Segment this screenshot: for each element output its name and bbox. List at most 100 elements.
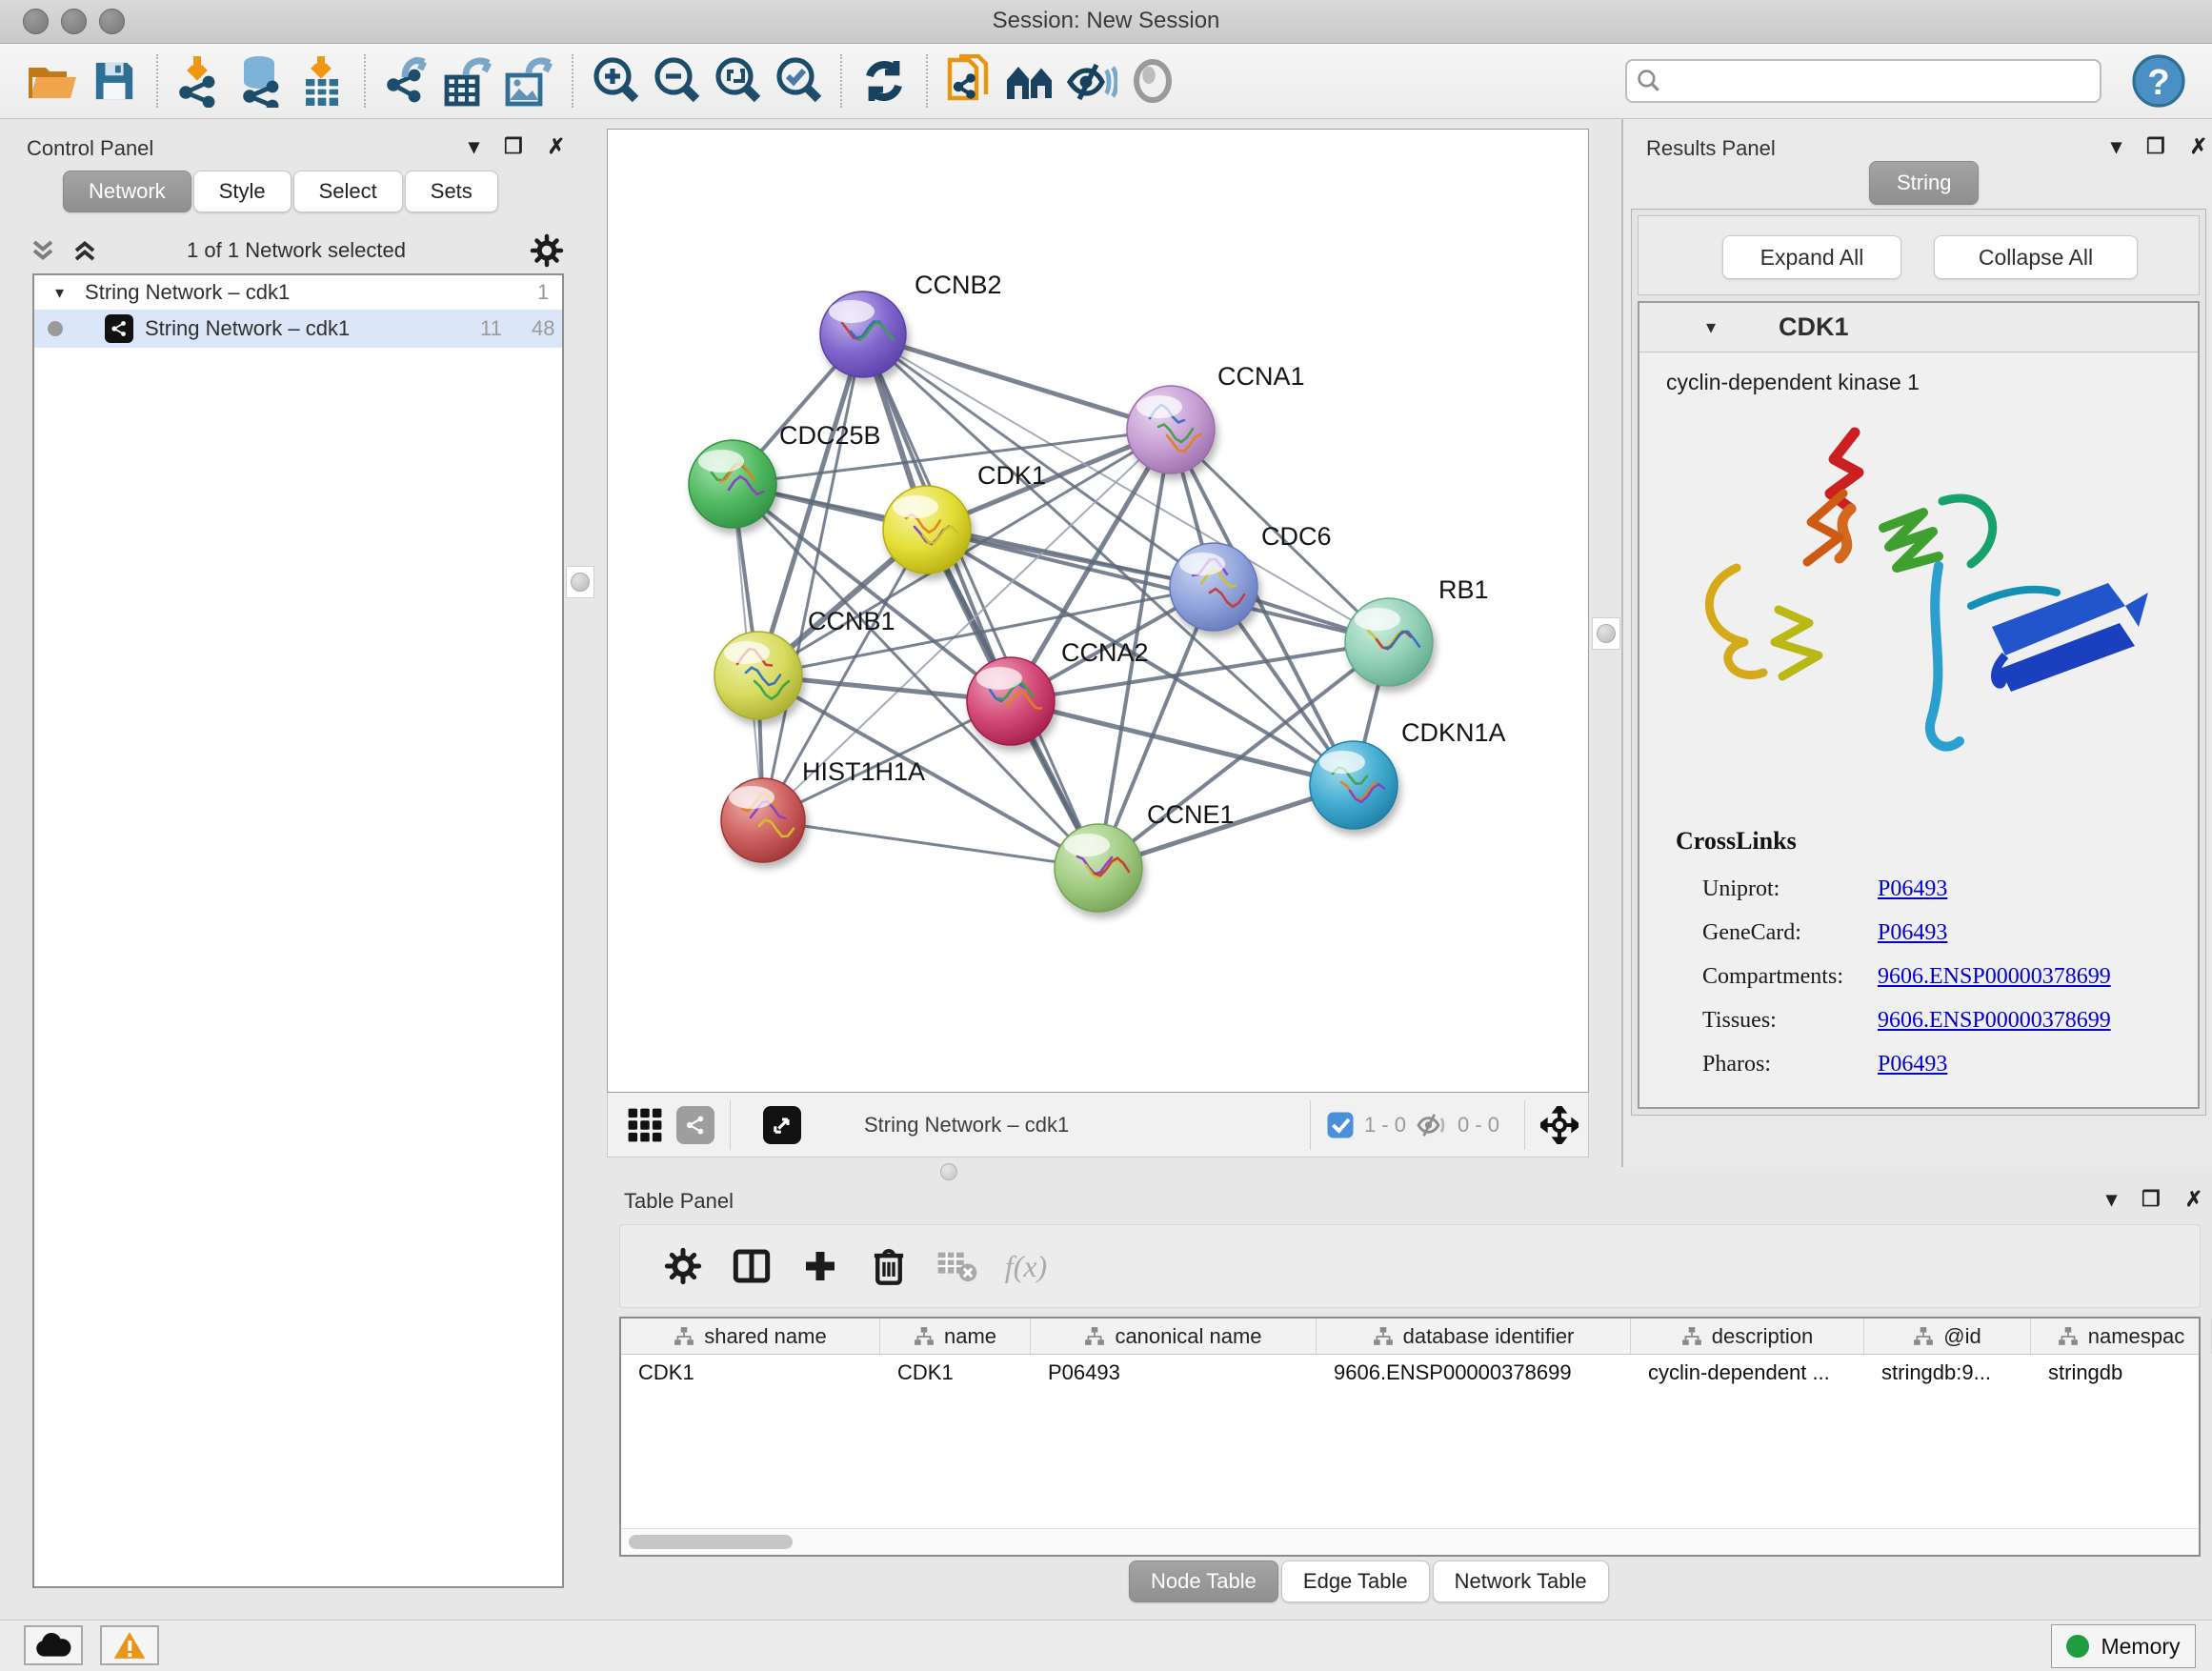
table-panel-float-icon[interactable]: ❒	[2142, 1187, 2161, 1212]
delete-column-button[interactable]	[855, 1236, 923, 1297]
column-header-namespac[interactable]: namespac	[2031, 1319, 2212, 1354]
export-network-icon	[382, 54, 433, 108]
results-panel-float-icon[interactable]: ❒	[2146, 134, 2165, 159]
column-header-description[interactable]: description	[1631, 1319, 1864, 1354]
results-panel-menu-icon[interactable]: ▾	[2111, 134, 2122, 159]
tab-edge-table[interactable]: Edge Table	[1281, 1560, 1430, 1602]
import-table-file-button[interactable]	[292, 50, 352, 111]
node-CCNB2[interactable]: CCNB2	[820, 271, 1002, 377]
edge-count: 48	[532, 316, 554, 341]
open-in-window-icon[interactable]	[763, 1106, 801, 1144]
hide-panel-button[interactable]	[1061, 50, 1122, 111]
table-cell[interactable]: P06493	[1031, 1355, 1317, 1391]
tab-sets[interactable]: Sets	[405, 171, 498, 212]
table-row[interactable]: CDK1CDK1P064939606.ENSP00000378699cyclin…	[621, 1355, 2199, 1391]
edge-CCNB2-CCNE1[interactable]	[863, 334, 1098, 868]
help-button[interactable]: ?	[2128, 50, 2189, 111]
show-panel-button[interactable]	[1122, 50, 1183, 111]
show-all-networks-button[interactable]	[1000, 50, 1061, 111]
crosslink-link[interactable]: P06493	[1878, 920, 1947, 946]
control-panel-float-icon[interactable]: ❒	[504, 134, 523, 159]
table-cell[interactable]: stringdb	[2031, 1355, 2212, 1391]
clone-network-button[interactable]	[939, 50, 1000, 111]
collapse-all-button[interactable]: Collapse All	[1934, 235, 2138, 279]
add-column-button[interactable]	[786, 1236, 855, 1297]
column-type-icon	[1681, 1326, 1702, 1347]
tab-network-table[interactable]: Network Table	[1433, 1560, 1609, 1602]
tab-string[interactable]: String	[1869, 161, 1979, 205]
table-cell[interactable]: 9606.ENSP00000378699	[1317, 1355, 1631, 1391]
cloud-status-button[interactable]	[24, 1625, 83, 1665]
zoom-in-button[interactable]	[585, 50, 646, 111]
expand-all-button[interactable]: Expand All	[1722, 235, 1901, 279]
node-label-CCNA1: CCNA1	[1217, 362, 1305, 391]
warnings-button[interactable]	[100, 1625, 159, 1665]
network-collection-row[interactable]: ▾ String Network – cdk1 1	[34, 275, 562, 310]
fit-content-crosshair-icon[interactable]	[1540, 1106, 1579, 1144]
open-session-button[interactable]	[23, 50, 84, 111]
tab-network[interactable]: Network	[63, 171, 191, 212]
control-panel-menu-icon[interactable]: ▾	[469, 134, 479, 159]
export-image-button[interactable]	[499, 50, 560, 111]
string-app-icon[interactable]	[676, 1106, 714, 1144]
table-settings-button[interactable]	[649, 1236, 717, 1297]
edge-CCNB2-CCNA1[interactable]	[863, 334, 1171, 430]
import-network-file-button[interactable]	[170, 50, 231, 111]
crosslink-link[interactable]: P06493	[1878, 1052, 1947, 1077]
node-RB1[interactable]: RB1	[1345, 575, 1489, 686]
function-builder-button[interactable]: f(x)	[992, 1236, 1060, 1297]
zoom-fit-button[interactable]	[707, 50, 768, 111]
column-header-canonical-name[interactable]: canonical name	[1031, 1319, 1317, 1354]
horizontal-splitter-handle[interactable]	[940, 1163, 957, 1180]
tab-select[interactable]: Select	[293, 171, 403, 212]
tab-style[interactable]: Style	[193, 171, 292, 212]
column-header-database-identifier[interactable]: database identifier	[1317, 1319, 1631, 1354]
network-row[interactable]: String Network – cdk1 11 48	[34, 310, 562, 348]
column-header-name[interactable]: name	[880, 1319, 1031, 1354]
memory-button[interactable]: Memory	[2051, 1624, 2196, 1668]
table-cell[interactable]: cyclin-dependent ...	[1631, 1355, 1864, 1391]
import-network-database-button[interactable]	[231, 50, 292, 111]
table-cell[interactable]: CDK1	[621, 1355, 880, 1391]
export-table-button[interactable]	[438, 50, 499, 111]
delete-table-button[interactable]	[923, 1236, 992, 1297]
node-CDKN1A[interactable]: CDKN1A	[1310, 718, 1506, 829]
node-HIST1H1A[interactable]: HIST1H1A	[721, 757, 925, 862]
column-header-shared-name[interactable]: shared name	[621, 1319, 880, 1354]
crosslink-link[interactable]: 9606.ENSP00000378699	[1878, 1008, 2111, 1034]
export-network-button[interactable]	[377, 50, 438, 111]
table-cell[interactable]: stringdb:9...	[1864, 1355, 2031, 1391]
scrollbar-thumb[interactable]	[629, 1535, 793, 1549]
edge-CCNB2-HIST1H1A[interactable]	[763, 334, 863, 820]
crosslink-link[interactable]: 9606.ENSP00000378699	[1878, 964, 2111, 990]
tree-expand-arrow-icon[interactable]: ▾	[55, 283, 64, 303]
table-panel-close-icon[interactable]: ✗	[2185, 1187, 2202, 1212]
birds-eye-view-icon[interactable]	[627, 1107, 663, 1143]
node-CCNA1[interactable]: CCNA1	[1127, 362, 1305, 473]
zoom-selected-button[interactable]	[768, 50, 829, 111]
network-canvas[interactable]: CCNB2CCNA1CDC25BCDK1CDC6RB1CCNB1CCNA2CDK…	[607, 129, 1589, 1093]
column-header--id[interactable]: @id	[1864, 1319, 2031, 1354]
node-CCNE1[interactable]: CCNE1	[1055, 800, 1235, 912]
node-label-CDC25B: CDC25B	[779, 421, 881, 450]
zoom-out-button[interactable]	[646, 50, 707, 111]
table-panel-menu-icon[interactable]: ▾	[2106, 1187, 2117, 1212]
entry-collapse-arrow-icon[interactable]: ▾	[1706, 315, 1716, 339]
right-splitter-handle[interactable]	[1592, 617, 1620, 650]
refresh-button[interactable]	[854, 50, 915, 111]
table-cell[interactable]: CDK1	[880, 1355, 1031, 1391]
results-panel-close-icon[interactable]: ✗	[2190, 134, 2207, 159]
node-entry-header[interactable]: ▾ CDK1	[1639, 303, 2198, 352]
toolbar-divider	[364, 54, 366, 108]
table-horizontal-scrollbar[interactable]	[621, 1528, 2199, 1555]
column-header-label: @id	[1943, 1324, 1981, 1349]
search-input[interactable]	[1625, 59, 2101, 103]
tab-node-table[interactable]: Node Table	[1129, 1560, 1278, 1602]
crosslink-link[interactable]: P06493	[1878, 876, 1947, 902]
save-session-button[interactable]	[84, 50, 145, 111]
left-splitter-handle[interactable]	[566, 566, 594, 598]
edge-CCNE1-HIST1H1A[interactable]	[763, 820, 1098, 868]
control-panel-close-icon[interactable]: ✗	[548, 134, 565, 159]
results-panel-title: Results Panel	[1646, 136, 1776, 161]
show-columns-button[interactable]	[717, 1236, 786, 1297]
